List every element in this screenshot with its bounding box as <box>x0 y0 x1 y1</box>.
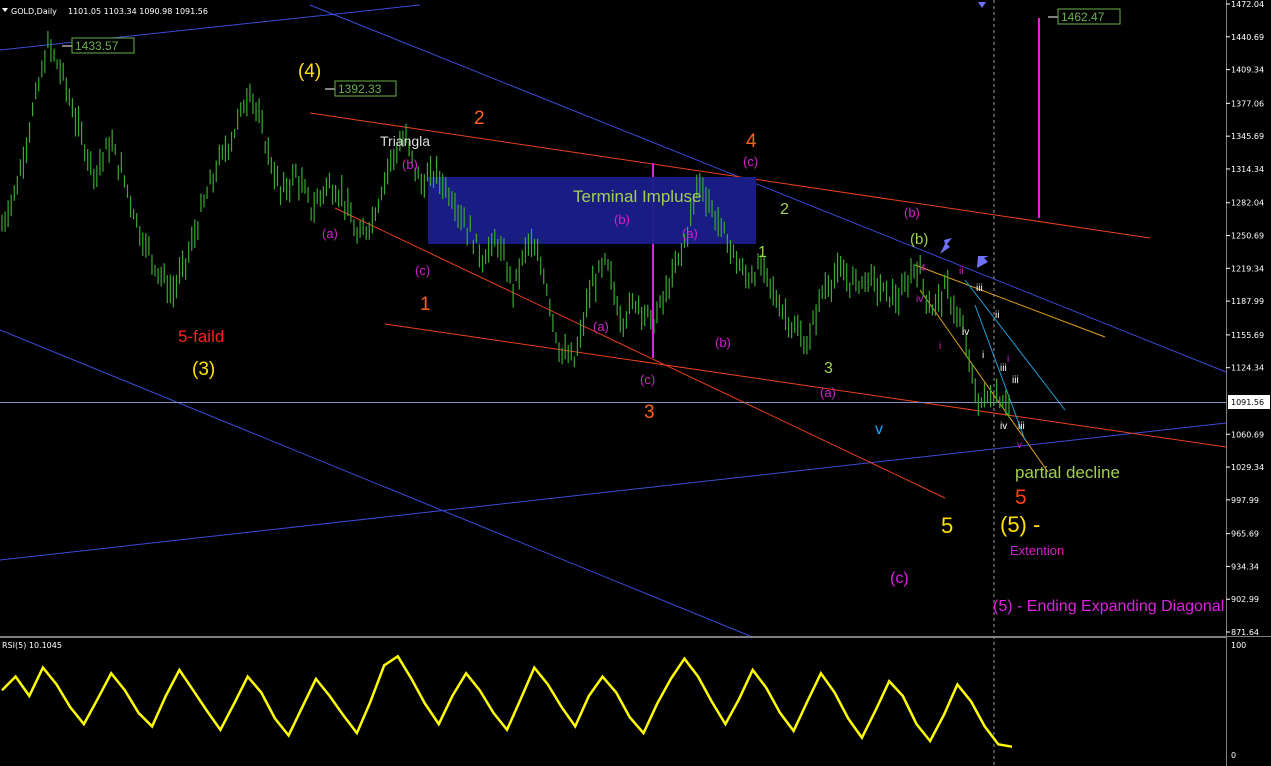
price-label-high: 1433.57 <box>75 39 119 53</box>
annotation: iv <box>962 327 969 338</box>
axis-tick-label: 1124.34 <box>1231 364 1264 373</box>
annotation: ii <box>959 266 963 277</box>
price-label-target: 1462.47 <box>1061 10 1105 24</box>
annotation: 2 <box>780 201 789 218</box>
annotation: (a) <box>820 385 836 400</box>
axis-tick-label: 1060.69 <box>1231 430 1264 439</box>
annotation: partial decline <box>1015 463 1120 482</box>
annotation: ii <box>995 310 999 321</box>
annotation: v <box>1017 440 1022 451</box>
annotation: 3 <box>644 402 655 423</box>
axis-tick-label: 1377.06 <box>1231 99 1264 108</box>
annotation: 1 <box>420 294 431 315</box>
chart-header: GOLD,Daily 1101.05 1103.34 1090.98 1091.… <box>2 7 208 16</box>
axis-tick-label: 1282.04 <box>1231 199 1264 208</box>
axis-tick-label: 1155.69 <box>1231 331 1264 340</box>
annotation: (b) <box>715 335 731 350</box>
annotation: 5-faild <box>178 327 224 346</box>
annotation: (b) <box>910 231 928 248</box>
axis-tick-label: 1314.34 <box>1231 165 1264 174</box>
annotation: v <box>875 421 883 438</box>
ohlc-label: 1101.05 1103.34 1090.98 1091.56 <box>68 7 208 16</box>
axis-tick-label: 871.64 <box>1231 628 1259 637</box>
annotation: (c) <box>890 570 909 587</box>
axis-tick-label: 965.69 <box>1231 530 1259 539</box>
axis-tick-label: 1250.69 <box>1231 232 1264 241</box>
annotation: Extention <box>1010 543 1064 558</box>
axis-tick-label: 934.34 <box>1231 562 1259 571</box>
annotation: (a) <box>593 319 609 334</box>
annotation: 2 <box>474 108 485 129</box>
axis-tick-label: 1345.69 <box>1231 132 1264 141</box>
annotation: iii <box>1000 363 1007 374</box>
annotation: (c) <box>743 154 758 169</box>
annotation: (b) <box>904 205 920 220</box>
annotation: i <box>982 350 984 361</box>
axis-tick-label: 1187.99 <box>1231 297 1264 306</box>
annotation: 3 <box>824 360 833 377</box>
rsi-tick-label: 0 <box>1231 751 1236 760</box>
annotation: (c) <box>415 263 430 278</box>
axis-tick-label: 902.99 <box>1231 595 1259 604</box>
annotation: 4 <box>746 131 757 152</box>
axis-tick-label: 1219.34 <box>1231 264 1264 273</box>
annotation: (b) <box>402 157 418 172</box>
axis-tick-label: 1409.34 <box>1231 66 1264 75</box>
annotation: iv <box>1000 421 1007 432</box>
annotation: i <box>1007 354 1009 365</box>
annotation: (3) <box>192 359 215 380</box>
axis-tick-label: 1440.69 <box>1231 33 1264 42</box>
annotation: 5 <box>941 513 953 538</box>
annotation: (b) <box>614 212 630 227</box>
axis-tick-label: 1472.04 <box>1231 0 1264 9</box>
axis-tick-label: 1029.34 <box>1231 463 1264 472</box>
annotation: 4 <box>920 263 926 274</box>
annotation: iii <box>1012 375 1019 386</box>
annotation: iii <box>976 283 983 294</box>
annotation: (5) - Ending Expanding Diagonal <box>993 598 1224 615</box>
rsi-header: RSI(5) 10.1045 <box>2 641 62 650</box>
annotation: (a) <box>682 226 698 241</box>
annotation: 5 <box>1015 486 1027 509</box>
rsi-tick-label: 100 <box>1231 641 1246 650</box>
price-label-4: 1392.33 <box>338 82 382 96</box>
annotation: 1 <box>758 244 767 261</box>
annotation: iii <box>1018 421 1025 432</box>
annotation: (4) <box>298 61 321 82</box>
chart-canvas: GOLD,Daily 1101.05 1103.34 1090.98 1091.… <box>0 0 1271 766</box>
annotation: (c) <box>640 372 655 387</box>
annotation: (a) <box>322 226 338 241</box>
annotation: (5) - <box>1000 512 1040 537</box>
annotation: iv <box>916 294 923 305</box>
annotation: Terminal Impluse <box>573 187 702 206</box>
axis-tick-label: 997.99 <box>1231 496 1259 505</box>
annotation: Triangla <box>380 133 430 149</box>
annotation: i <box>939 341 941 352</box>
last-price-value: 1091.56 <box>1231 398 1264 407</box>
symbol-label: GOLD,Daily <box>11 7 57 16</box>
